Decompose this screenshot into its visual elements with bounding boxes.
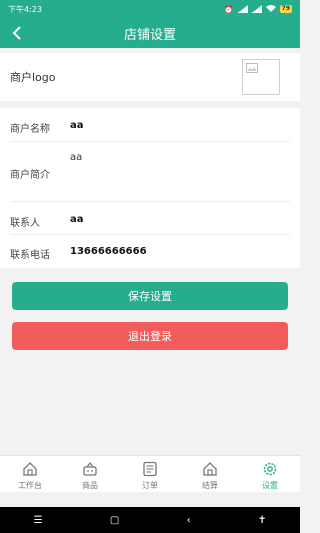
tab-label: 设置 (262, 481, 278, 490)
tab-label: 商品 (82, 481, 98, 490)
form-label: 商户简介 (10, 170, 50, 181)
tab-orders[interactable]: 订单 (120, 456, 180, 492)
form-label: 联系电话 (10, 250, 50, 261)
tab-bar: 工作台 商品 订单 结算 设置 (0, 455, 300, 492)
tab-label: 结算 (202, 481, 218, 490)
form-row-phone[interactable]: 联系电话 13666666666 (10, 235, 290, 268)
menu-icon[interactable]: ☰ (34, 515, 43, 526)
tab-settlement[interactable]: 结算 (180, 456, 240, 492)
signal-icon (237, 4, 248, 13)
order-icon (143, 461, 157, 477)
logo-image-placeholder[interactable] (242, 59, 280, 95)
nav-bar: 店铺设置 (0, 18, 300, 48)
alarm-icon: ⏰ (223, 4, 234, 14)
system-nav-bar: ☰ ▢ ‹ ✝ (0, 507, 300, 533)
tab-goods[interactable]: 商品 (60, 456, 120, 492)
form-row-name[interactable]: 商户名称 aa (10, 108, 290, 142)
status-bar: 下午4:23 ⏰ 79 (0, 0, 300, 18)
status-icons: ⏰ 79 (224, 4, 292, 14)
shop-info-form: 商户名称 aa 商户简介 aa 联系人 aa 联系电话 13666666666 (0, 108, 300, 268)
logo-row[interactable]: 商户logo (0, 53, 300, 101)
wifi-icon (265, 4, 276, 14)
tab-settings[interactable]: 设置 (240, 456, 300, 492)
form-label: 联系人 (10, 218, 40, 229)
tab-label: 订单 (142, 481, 158, 490)
back-arrow-icon[interactable]: ‹ (187, 515, 191, 526)
form-row-contact[interactable]: 联系人 aa (10, 202, 290, 235)
form-value[interactable]: 13666666666 (70, 246, 147, 257)
page-title: 店铺设置 (123, 27, 176, 43)
home-icon (23, 462, 37, 476)
status-time: 下午4:23 (8, 4, 42, 14)
back-icon[interactable] (9, 25, 25, 41)
form-row-intro[interactable]: 商户简介 aa (10, 142, 290, 202)
settlement-icon (203, 462, 217, 476)
gear-icon (263, 462, 277, 476)
accessibility-icon[interactable]: ✝ (258, 515, 266, 526)
form-value[interactable]: aa (70, 120, 84, 131)
form-label: 商户名称 (10, 124, 50, 135)
form-value[interactable]: aa (70, 214, 84, 225)
form-value[interactable]: aa (70, 152, 82, 163)
tab-label: 工作台 (18, 481, 42, 490)
basket-icon (83, 462, 97, 476)
save-button[interactable]: 保存设置 (12, 282, 288, 310)
tab-workbench[interactable]: 工作台 (0, 456, 60, 492)
battery-icon: 79 (279, 5, 292, 13)
logo-label: 商户logo (10, 71, 56, 84)
home-square-icon[interactable]: ▢ (110, 515, 119, 526)
signal-icon-2 (251, 4, 262, 13)
image-placeholder-icon (246, 63, 258, 73)
logout-button[interactable]: 退出登录 (12, 322, 288, 350)
